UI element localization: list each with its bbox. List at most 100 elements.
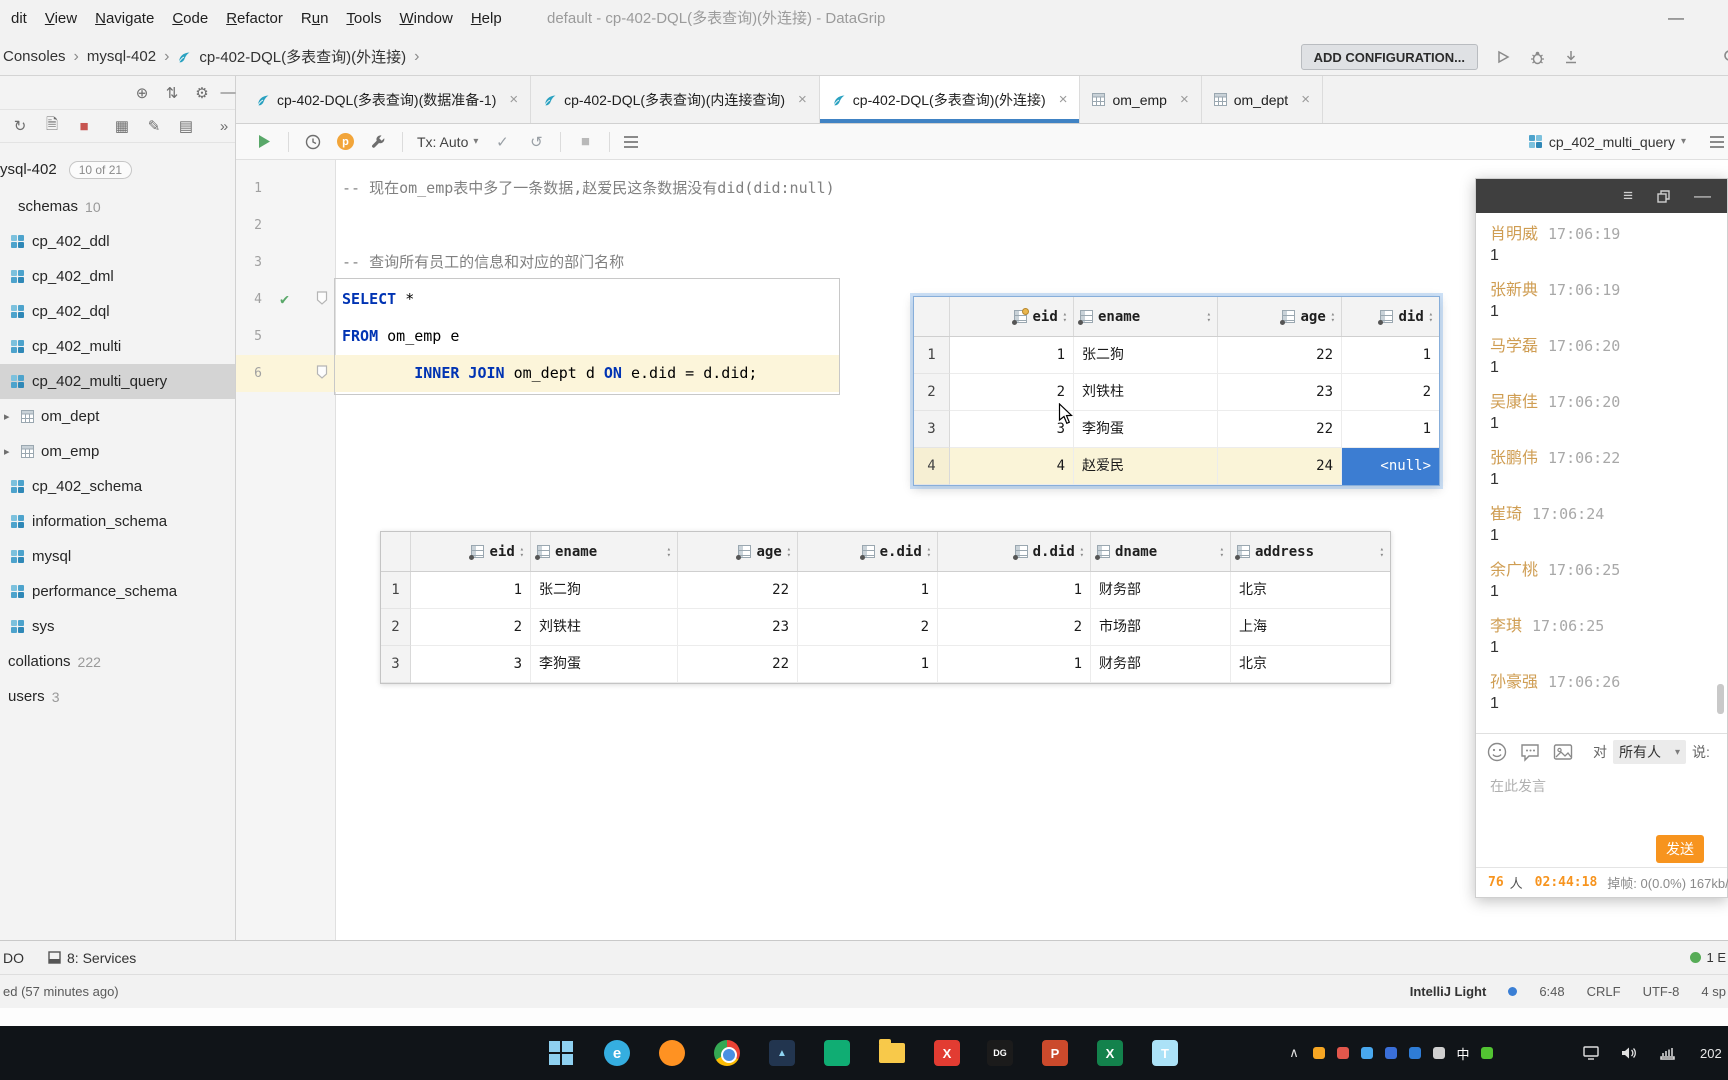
taskbar-clock-partial[interactable]: 202 xyxy=(1700,1046,1722,1061)
column-header-did[interactable]: did ▴ ▾ xyxy=(1342,297,1439,336)
sidebar-item-cp_402_multi[interactable]: cp_402_multi xyxy=(0,329,235,364)
cell-age[interactable]: 22 xyxy=(1218,411,1342,448)
stop-red-icon[interactable]: ■ xyxy=(72,110,96,142)
indent-indicator[interactable]: 4 sp xyxy=(1701,984,1726,999)
chat-window-titlebar[interactable]: ≡ — xyxy=(1476,179,1727,213)
table-row[interactable]: 2 2 刘铁柱 23 2 xyxy=(914,374,1439,411)
tab-cp-402-DQL-多表查询-外连接-[interactable]: cp-402-DQL(多表查询)(外连接) × xyxy=(819,76,1081,123)
sidebar-item-om_emp[interactable]: ▸ om_emp xyxy=(0,434,235,469)
expand-arrow-icon[interactable]: ▸ xyxy=(4,445,14,458)
chat-scrollbar-thumb[interactable] xyxy=(1717,684,1724,714)
sidebar-item-performance_schema[interactable]: performance_schema xyxy=(0,574,235,609)
code-line-3[interactable]: 3 -- 查询所有员工的信息和对应的部门名称 xyxy=(236,244,1136,281)
cell-dname[interactable]: 市场部 xyxy=(1091,609,1231,646)
history-clock-icon[interactable] xyxy=(303,132,323,152)
result-popup-table[interactable]: eid ▴ ▾ ename ▴ ▾ age ▴ ▾ did ▴ ▾ 1 1 张二狗 22 1 2 2 刘铁柱 23 2 3 3… xyxy=(913,296,1440,486)
run-outline-icon[interactable] xyxy=(1494,48,1512,66)
chrome-icon[interactable] xyxy=(713,1039,741,1067)
code-line-2[interactable]: 2 xyxy=(236,207,1136,244)
cell-dname[interactable]: 财务部 xyxy=(1091,572,1231,609)
theme-indicator[interactable]: IntelliJ Light xyxy=(1410,984,1487,999)
powerpoint-icon[interactable]: P xyxy=(1041,1039,1069,1067)
parameters-icon[interactable]: p xyxy=(337,133,354,150)
cell-did[interactable]: 1 xyxy=(1342,411,1439,448)
download-icon[interactable] xyxy=(1562,48,1580,66)
chat-restore-icon[interactable] xyxy=(1657,189,1670,203)
encoding-indicator[interactable]: UTF-8 xyxy=(1643,984,1680,999)
cell-did[interactable]: <null> xyxy=(1342,448,1439,485)
app-red-icon[interactable]: X xyxy=(933,1039,961,1067)
close-icon[interactable]: × xyxy=(1301,91,1310,108)
sidebar-item-om_dept[interactable]: ▸ om_dept xyxy=(0,399,235,434)
cell-eid[interactable]: 2 xyxy=(411,609,531,646)
chat-message-list[interactable]: 肖明威 17:06:19 1 张新典 17:06:19 1 马学磊 17:06:20 1 吴康佳 1… xyxy=(1476,213,1727,733)
column-header-e-did[interactable]: e.did ▴ ▾ xyxy=(798,532,938,571)
cell-did[interactable]: 2 xyxy=(1342,374,1439,411)
cell-e-did[interactable]: 1 xyxy=(798,572,938,609)
debug-bug-icon[interactable] xyxy=(1528,48,1546,66)
expand-arrow-icon[interactable]: ▸ xyxy=(4,410,14,423)
sidebar-item-cp_402_dql[interactable]: cp_402_dql xyxy=(0,294,235,329)
sort-icon[interactable]: ▴ ▾ xyxy=(520,545,524,558)
cell-ename[interactable]: 李狗蛋 xyxy=(1074,411,1218,448)
table-row[interactable]: 4 4 赵爱民 24 <null> xyxy=(914,448,1439,485)
audience-select[interactable]: 所有人 ▾ xyxy=(1613,740,1687,764)
sort-icon[interactable]: ▴ ▾ xyxy=(1207,310,1211,323)
sidebar-item-cp_402_dml[interactable]: cp_402_dml xyxy=(0,259,235,294)
tray-expand-chevron[interactable]: ∧ xyxy=(1285,1044,1303,1062)
cell-age[interactable]: 24 xyxy=(1218,448,1342,485)
cell-address[interactable]: 北京 xyxy=(1231,646,1390,683)
line-ending-indicator[interactable]: CRLF xyxy=(1587,984,1621,999)
tray-network-icon[interactable] xyxy=(1658,1044,1676,1062)
tray-bluetooth[interactable] xyxy=(1406,1044,1424,1062)
sidebar-item-mysql[interactable]: mysql xyxy=(0,539,235,574)
sort-icon[interactable]: ▴ ▾ xyxy=(667,545,671,558)
result-grid-table[interactable]: eid ▴ ▾ ename ▴ ▾ age ▴ ▾ e.did ▴ ▾ d.did ▴ ▾ dname ▴ ▾ ad… xyxy=(380,531,1391,684)
cell-eid[interactable]: 1 xyxy=(411,572,531,609)
execute-icon[interactable] xyxy=(254,132,274,152)
cell-eid[interactable]: 3 xyxy=(950,411,1074,448)
file-explorer-icon[interactable] xyxy=(878,1039,906,1067)
sort-icon[interactable]: ▴ ▾ xyxy=(1429,310,1433,323)
minimize-window-icon[interactable]: — xyxy=(1668,0,1684,38)
send-button[interactable]: 发送 xyxy=(1656,835,1704,863)
cell-e-did[interactable]: 2 xyxy=(798,609,938,646)
cell-age[interactable]: 22 xyxy=(1218,337,1342,374)
tray-volume-icon[interactable] xyxy=(1620,1044,1638,1062)
tab-om_dept[interactable]: om_dept × xyxy=(1202,76,1323,123)
sort-icon[interactable]: ▴ ▾ xyxy=(1220,545,1224,558)
cell-age[interactable]: 22 xyxy=(678,572,798,609)
settings-gear-icon[interactable]: ⚙ xyxy=(190,76,214,109)
menu-item-code[interactable]: Code xyxy=(163,0,217,38)
refresh-icon[interactable]: ↻ xyxy=(8,110,32,142)
sidebar-item-collations[interactable]: collations 222 xyxy=(0,644,235,679)
sidebar-item-sys[interactable]: sys xyxy=(0,609,235,644)
column-header-age[interactable]: age ▴ ▾ xyxy=(1218,297,1342,336)
search-icon[interactable] xyxy=(1722,48,1728,66)
chat-message-input[interactable]: 在此发言 xyxy=(1476,770,1727,802)
tree-root-mysql-402[interactable]: ysql-402 10 of 21 xyxy=(0,152,235,187)
tray-app-red[interactable] xyxy=(1334,1044,1352,1062)
cell-address[interactable]: 上海 xyxy=(1231,609,1390,646)
menu-item-navigate[interactable]: Navigate xyxy=(86,0,163,38)
hidden-toolbar-icon[interactable] xyxy=(1710,135,1724,148)
menu-item-view[interactable]: View xyxy=(36,0,86,38)
sidebar-item-users[interactable]: users 3 xyxy=(0,679,235,714)
console-doc-icon[interactable]: 🗎 xyxy=(40,110,64,142)
tray-app-skyblue[interactable] xyxy=(1358,1044,1376,1062)
menu-item-dit[interactable]: dit xyxy=(2,0,36,38)
sidebar-item-information_schema[interactable]: information_schema xyxy=(0,504,235,539)
cell-e-did[interactable]: 1 xyxy=(798,646,938,683)
event-log-badge[interactable]: 1 E xyxy=(1690,950,1726,965)
commit-check-icon[interactable]: ✓ xyxy=(492,132,512,152)
close-icon[interactable]: × xyxy=(1059,91,1068,108)
windows-start-button[interactable] xyxy=(547,1039,575,1067)
cell-d-did[interactable]: 1 xyxy=(938,646,1091,683)
column-header-d-did[interactable]: d.did ▴ ▾ xyxy=(938,532,1091,571)
add-configuration-button[interactable]: ADD CONFIGURATION... xyxy=(1300,44,1478,70)
code-line-1[interactable]: 1 -- 现在om_emp表中多了一条数据,赵爱民这条数据没有did(did:nu… xyxy=(236,170,1136,207)
column-header-ename[interactable]: ename ▴ ▾ xyxy=(531,532,678,571)
tab-cp-402-DQL-多表查询-内连接查询-[interactable]: cp-402-DQL(多表查询)(内连接查询) × xyxy=(531,76,820,123)
cell-eid[interactable]: 2 xyxy=(950,374,1074,411)
sidebar-item-cp_402_ddl[interactable]: cp_402_ddl xyxy=(0,224,235,259)
